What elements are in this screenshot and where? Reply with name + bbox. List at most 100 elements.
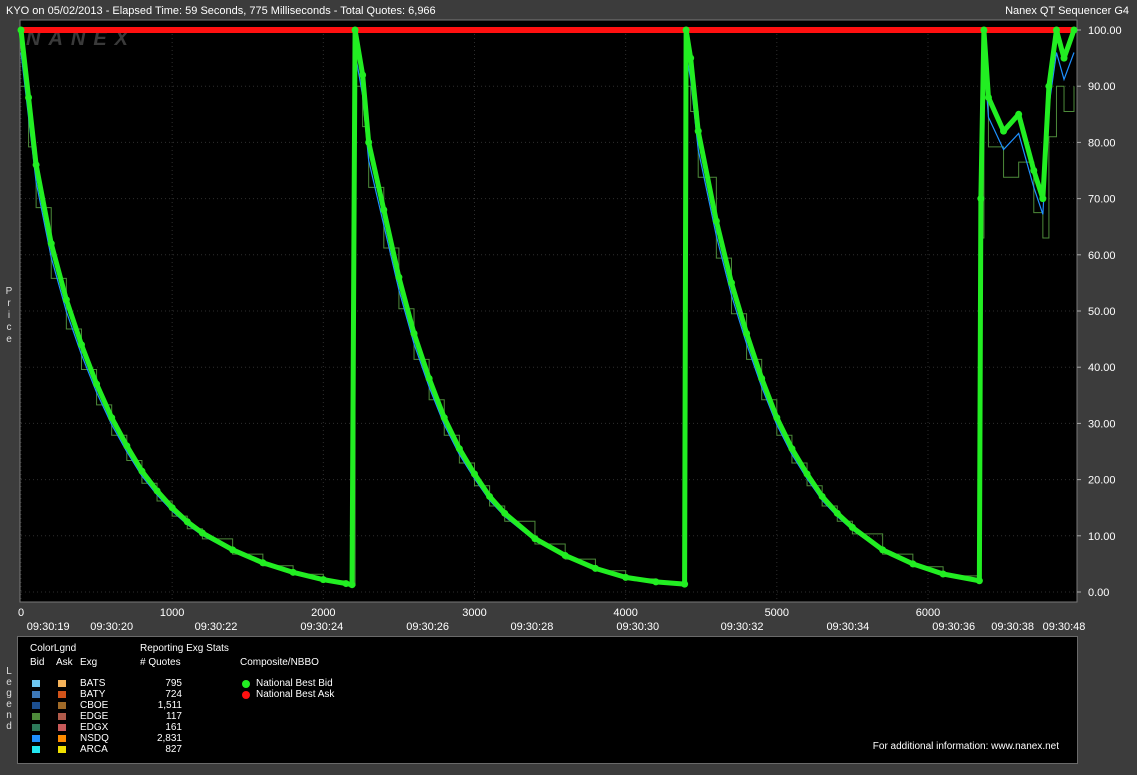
national-best-bid-point: [93, 380, 101, 388]
y-tick-label: 60.00: [1088, 250, 1116, 262]
x-seq-tick-label: 3000: [462, 607, 486, 619]
vertical-letter: c: [6, 322, 12, 333]
national-best-bid-point: [62, 296, 70, 304]
national-best-bid-point: [833, 509, 841, 517]
national-best-bid-point: [25, 93, 33, 101]
y-tick-label: 50.00: [1088, 306, 1116, 318]
exchange-name: BATS: [80, 678, 106, 689]
national-best-bid-point: [259, 559, 267, 567]
national-best-bid-point: [980, 26, 988, 34]
nbbo-label: National Best Ask: [256, 689, 335, 700]
exchange-quote-count: 117: [166, 711, 182, 722]
national-best-bid-point: [77, 341, 85, 349]
x-seq-tick-label: 4000: [613, 607, 637, 619]
national-best-bid-point: [531, 535, 539, 543]
vertical-letter: e: [6, 699, 12, 710]
national-best-bid-point: [47, 240, 55, 248]
legend-panel: ColorLgnd Bid Ask Exg Reporting Exg Stat…: [17, 636, 1078, 764]
national-best-bid-point: [470, 470, 478, 478]
vertical-letter: L: [6, 666, 12, 677]
bid-color-swatch: [32, 702, 40, 709]
stats-title: Reporting Exg Stats: [140, 643, 229, 654]
national-best-bid-point: [909, 560, 917, 568]
ask-color-swatch: [58, 691, 66, 698]
x-seq-tick-label: 2000: [311, 607, 335, 619]
national-best-bid-point: [977, 195, 985, 203]
national-best-bid-point: [1039, 195, 1047, 203]
y-tick-label: 40.00: [1088, 362, 1116, 374]
y-tick-label: 80.00: [1088, 137, 1116, 149]
national-best-bid-point: [773, 414, 781, 422]
national-best-bid-point: [395, 273, 403, 281]
nbbo-label: National Best Bid: [256, 678, 333, 689]
vertical-letter: r: [7, 298, 11, 309]
national-best-bid-point: [138, 467, 146, 475]
vertical-letter: d: [6, 721, 12, 732]
national-best-bid-point: [425, 374, 433, 382]
vertical-letter: P: [5, 286, 13, 297]
ask-header: Ask: [56, 657, 73, 668]
national-best-bid-point: [198, 529, 206, 537]
national-best-bid-point: [319, 576, 327, 584]
national-best-bid-point: [591, 564, 599, 572]
national-best-bid-point: [1070, 26, 1078, 34]
vertical-letter: g: [6, 688, 12, 699]
national-best-bid-point: [975, 577, 983, 585]
national-best-bid-point: [108, 414, 116, 422]
bid-color-swatch: [32, 724, 40, 731]
national-best-bid-point: [681, 580, 689, 588]
y-tick-label: 90.00: [1088, 81, 1116, 93]
national-best-bid-point: [348, 581, 356, 589]
exchange-quote-count: 795: [165, 678, 182, 689]
national-best-bid-point: [17, 26, 25, 34]
national-best-bid-point: [123, 442, 131, 450]
x-time-tick-label: 09:30:28: [511, 621, 554, 633]
national-best-bid-point: [1000, 127, 1008, 135]
national-best-bid-point: [758, 374, 766, 382]
national-best-bid-point: [1030, 167, 1038, 174]
x-time-tick-label: 09:30:34: [826, 621, 869, 633]
national-best-bid-point: [652, 578, 660, 586]
color-legend-title: ColorLgnd: [30, 643, 77, 654]
ask-color-swatch: [58, 702, 66, 709]
ask-color-swatch: [58, 746, 66, 753]
nbbo-color-dot: [242, 691, 250, 699]
composite-title: Composite/NBBO: [240, 657, 319, 668]
bid-header: Bid: [30, 657, 45, 668]
national-best-bid-point: [501, 509, 509, 517]
exchange-quote-count: 827: [165, 744, 182, 755]
national-best-bid-point: [342, 580, 350, 588]
national-best-bid-point: [183, 518, 191, 526]
x-time-tick-label: 09:30:26: [406, 621, 449, 633]
national-best-bid-point: [788, 445, 796, 453]
vertical-letter: e: [6, 334, 12, 345]
exg-header: Exg: [80, 657, 98, 668]
national-best-bid-point: [561, 551, 569, 559]
national-best-bid-point: [153, 487, 161, 495]
national-best-bid-point: [168, 504, 176, 512]
national-best-bid-point: [984, 93, 992, 101]
national-best-bid-point: [380, 206, 388, 214]
national-best-bid-point: [1045, 82, 1053, 90]
national-best-bid-point: [687, 54, 695, 62]
y-tick-label: 70.00: [1088, 194, 1116, 206]
national-best-bid-point: [289, 568, 297, 576]
national-best-bid-point: [694, 127, 702, 135]
x-seq-tick-label: 6000: [916, 607, 940, 619]
national-best-bid-point: [622, 573, 630, 581]
national-best-bid-point: [351, 26, 359, 34]
legend-side-label: Legend: [4, 666, 14, 732]
national-best-bid-point: [440, 414, 448, 422]
exchange-name: EDGX: [80, 722, 109, 733]
y-tick-label: 0.00: [1088, 587, 1109, 599]
quotes-header: # Quotes: [140, 657, 181, 668]
x-time-tick-label: 09:30:24: [300, 621, 343, 633]
national-best-bid-point: [879, 546, 887, 554]
y-tick-label: 20.00: [1088, 475, 1116, 487]
exchange-quote-count: 724: [165, 689, 182, 700]
national-best-bid-point: [818, 492, 826, 500]
x-time-tick-label: 09:30:30: [616, 621, 659, 633]
national-best-bid-point: [803, 470, 811, 478]
y-tick-label: 30.00: [1088, 418, 1116, 430]
x-time-tick-label: 09:30:36: [932, 621, 975, 633]
